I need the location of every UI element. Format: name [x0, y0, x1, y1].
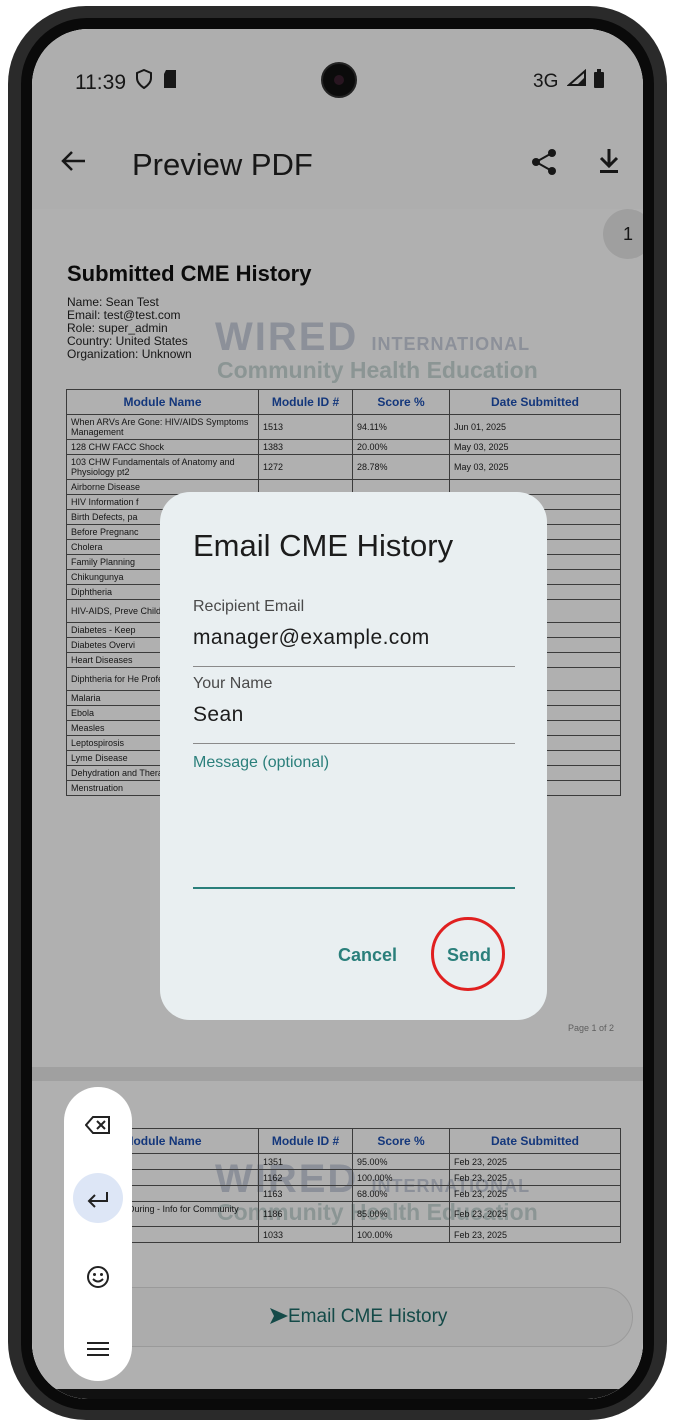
phone-frame: 11:39 3G Preview PDF 1 Submitted CME His…: [8, 6, 667, 1420]
message-field[interactable]: [193, 782, 515, 886]
recipient-email-underline: [193, 666, 515, 667]
email-dialog: Email CME History Recipient Email manage…: [160, 492, 547, 1020]
your-name-underline: [193, 743, 515, 744]
phone-bezel: 11:39 3G Preview PDF 1 Submitted CME His…: [21, 18, 654, 1410]
dialog-title: Email CME History: [193, 528, 454, 563]
keyboard-toolbar: [64, 1087, 132, 1381]
message-label: Message (optional): [193, 754, 330, 771]
message-underline: [193, 887, 515, 889]
backspace-icon[interactable]: [73, 1099, 123, 1149]
recipient-email-field[interactable]: manager@example.com: [193, 626, 430, 650]
screen: 11:39 3G Preview PDF 1 Submitted CME His…: [32, 29, 643, 1399]
your-name-field[interactable]: Sean: [193, 703, 244, 727]
send-highlight-circle: [431, 917, 505, 991]
navigation-bar: [32, 1389, 643, 1399]
enter-icon[interactable]: [73, 1173, 123, 1223]
your-name-label: Your Name: [193, 675, 273, 692]
menu-icon[interactable]: [73, 1323, 123, 1373]
cancel-button[interactable]: Cancel: [338, 945, 397, 966]
recipient-email-label: Recipient Email: [193, 598, 305, 615]
emoji-icon[interactable]: [73, 1251, 123, 1301]
